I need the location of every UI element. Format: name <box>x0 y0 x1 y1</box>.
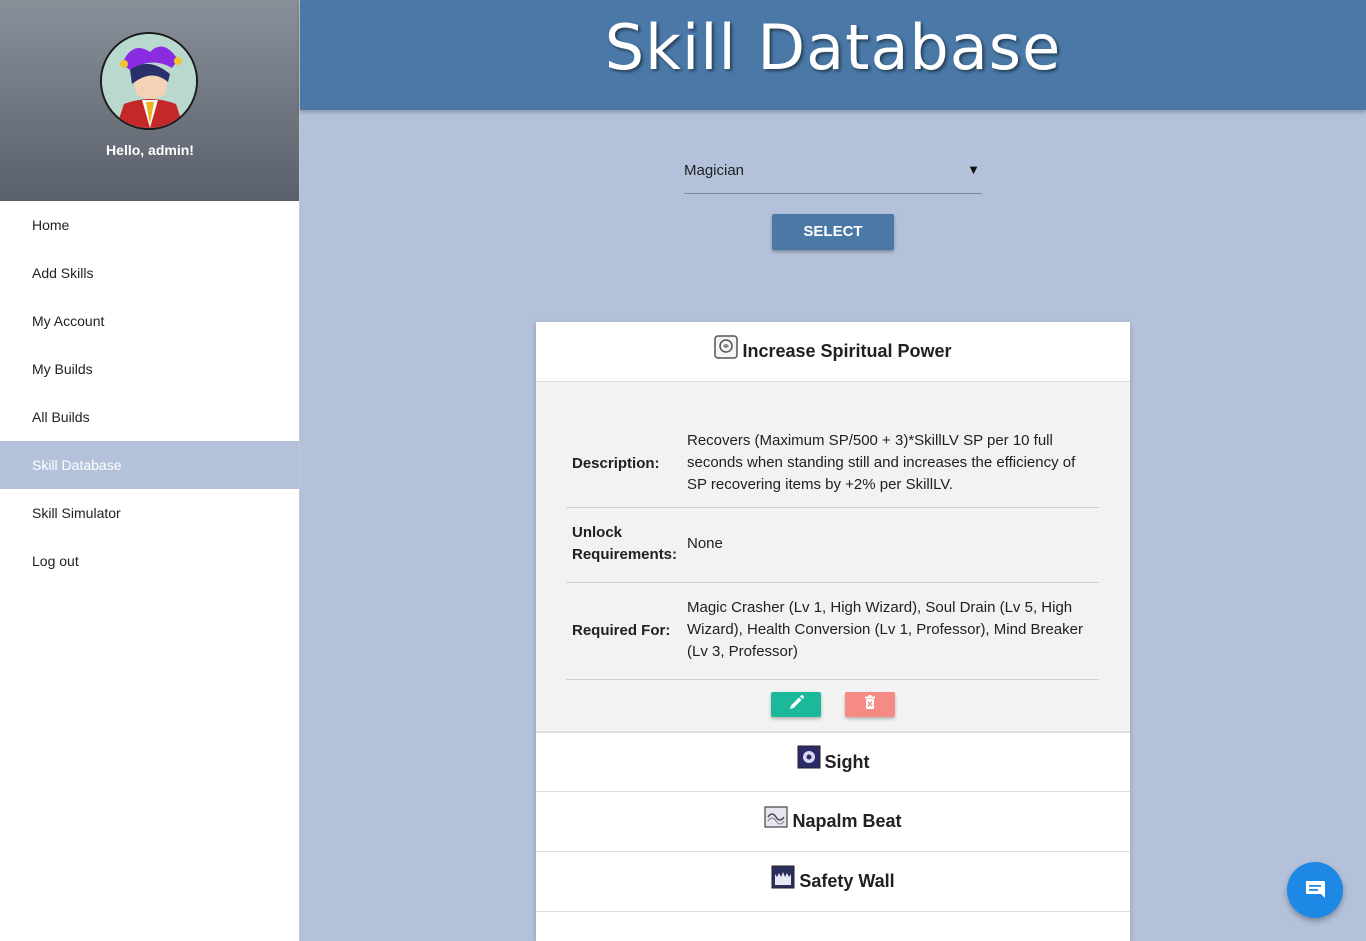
job-select[interactable]: Magician ▼ <box>684 152 982 194</box>
sidebar-item-my-account[interactable]: My Account <box>0 297 299 345</box>
greeting-text: Hello, admin! <box>106 142 194 158</box>
sidebar-item-home[interactable]: Home <box>0 201 299 249</box>
trash-icon <box>865 695 875 709</box>
pencil-icon <box>790 694 805 709</box>
unlock-row: Unlock Requirements: None <box>566 508 1099 583</box>
skill-name: Napalm Beat <box>792 811 902 831</box>
sight-icon <box>797 745 821 769</box>
unlock-value: None <box>687 535 723 552</box>
spiritual-power-icon <box>714 334 739 359</box>
required-for-row: Required For: Magic Crasher (Lv 1, High … <box>566 583 1099 680</box>
skill-header-sight[interactable]: Sight <box>536 732 1130 792</box>
unlock-label-line2: Requirements: <box>572 546 678 563</box>
edit-button[interactable] <box>771 692 821 717</box>
profile-panel: Hello, admin! <box>0 0 299 201</box>
description-row: Description: Recovers (Maximum SP/500 + … <box>566 420 1099 508</box>
skill-name: Increase Spiritual Power <box>742 341 952 361</box>
description-value: Recovers (Maximum SP/500 + 3)*SkillLV SP… <box>687 432 1076 493</box>
sidebar-item-skill-simulator[interactable]: Skill Simulator <box>0 489 299 537</box>
skill-name: Sight <box>824 751 870 772</box>
dropdown-arrow-icon: ▼ <box>967 162 980 177</box>
sidebar-item-my-builds[interactable]: My Builds <box>0 345 299 393</box>
safety-wall-icon <box>771 865 795 889</box>
delete-button[interactable] <box>845 692 895 717</box>
job-select-value: Magician <box>684 162 745 179</box>
skill-list: Increase Spiritual Power Description: Re… <box>536 322 1130 941</box>
skill-header-safety-wall[interactable]: Safety Wall <box>536 852 1130 912</box>
sidebar-item-log-out[interactable]: Log out <box>0 537 299 585</box>
sidebar-item-all-builds[interactable]: All Builds <box>0 393 299 441</box>
required-for-value: Magic Crasher (Lv 1, High Wizard), Soul … <box>687 599 1083 660</box>
page-header: Skill Database <box>300 0 1366 110</box>
required-for-label: Required For: <box>572 622 671 639</box>
select-button[interactable]: SELECT <box>772 214 894 250</box>
sidebar-item-skill-database[interactable]: Skill Database <box>0 441 299 489</box>
chat-button[interactable] <box>1287 862 1343 918</box>
napalm-beat-icon <box>764 805 789 829</box>
avatar <box>100 32 198 130</box>
page-title: Skill Database <box>604 11 1062 84</box>
skill-header-napalm-beat[interactable]: Napalm Beat <box>536 792 1130 852</box>
unlock-label: Unlock Requirements: <box>572 522 677 566</box>
collapsed-skills: Sight Napalm Beat Safety Wall <box>536 732 1130 912</box>
chat-icon <box>1306 881 1325 898</box>
skill-name: Safety Wall <box>799 871 895 891</box>
sidebar-nav: Home Add Skills My Account My Builds All… <box>0 201 299 585</box>
skill-header-increase-spiritual-power[interactable]: Increase Spiritual Power <box>536 322 1130 382</box>
sidebar-item-add-skills[interactable]: Add Skills <box>0 249 299 297</box>
unlock-label-line1: Unlock <box>572 524 623 541</box>
sidebar: Hello, admin! Home Add Skills My Account… <box>0 0 300 941</box>
skill-details: Description: Recovers (Maximum SP/500 + … <box>536 382 1130 732</box>
description-label: Description: <box>572 455 660 472</box>
